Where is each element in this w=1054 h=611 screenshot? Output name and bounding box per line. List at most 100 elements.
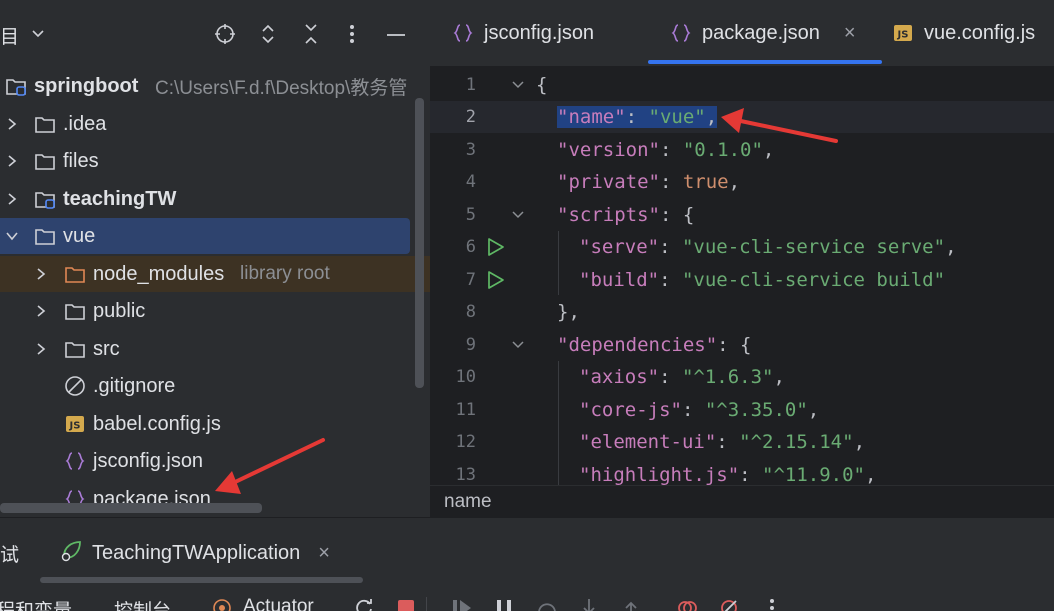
line-number: 2 [465,107,476,127]
line-number: 3 [465,140,476,160]
code-line: 9 "dependencies": { [430,329,1054,361]
collapse-all-icon[interactable] [295,18,327,50]
library-root-label: library root [240,263,330,284]
tab-actuator[interactable]: Actuator [243,596,314,611]
rerun-icon[interactable] [352,596,376,611]
fold-icon[interactable] [510,207,526,223]
json-file-icon [452,22,474,44]
close-tab-icon[interactable]: × [318,542,330,565]
code-line: 8 }, [430,296,1054,328]
project-horizontal-scrollbar[interactable] [0,503,262,513]
view-breakpoints-icon[interactable] [675,596,699,611]
expand-all-icon[interactable] [252,18,284,50]
tree-item-jsconfig[interactable]: jsconfig.json [0,443,430,479]
run-config-tab[interactable]: TeachingTWApplication × [60,538,330,568]
run-script-icon[interactable] [484,269,506,291]
code-text: "serve": "vue-cli-service serve", [579,236,957,258]
breadcrumb-item[interactable]: name [444,491,492,513]
mute-breakpoints-icon[interactable] [717,596,741,611]
module-folder-icon [5,75,27,97]
chevron-right-icon[interactable] [34,342,48,356]
close-tab-icon[interactable]: × [844,22,856,45]
more-options-icon[interactable] [336,18,368,50]
tree-item-gitignore[interactable]: .gitignore [0,368,430,404]
project-panel-title[interactable]: 目 [0,22,19,49]
tree-item-label: node_modules [93,262,225,285]
spring-boot-run-icon [60,538,84,568]
pause-icon[interactable] [492,596,516,611]
code-text: "highlight.js": "^11.9.0", [579,464,877,485]
tree-item-node-modules[interactable]: node_modules library root [0,256,430,292]
chevron-down-icon[interactable] [5,229,19,243]
chevron-right-icon[interactable] [34,304,48,318]
project-vertical-scrollbar[interactable] [415,98,424,388]
folder-icon [34,225,56,247]
run-tool-window: 试 TeachingTWApplication × 程和变量 控制台 Actua… [0,517,1054,611]
tab-console[interactable]: 控制台 [114,596,171,611]
line-number: 6 [465,237,476,257]
code-text: "element-ui": "^2.15.14", [579,431,866,453]
code-text: "build": "vue-cli-service build" [579,269,946,291]
tree-item-vue[interactable]: vue [0,218,410,254]
project-path: C:\Users\F.d.f\Desktop\教务管 [155,77,408,99]
tree-item-label: src [93,337,120,360]
chevron-right-icon[interactable] [5,117,19,131]
tree-item-label: springboot [34,74,139,97]
code-line: 10 "axios": "^1.6.3", [430,361,1054,393]
breadcrumb[interactable]: name [430,485,1054,517]
step-into-icon[interactable] [577,596,601,611]
tab-package-json[interactable]: package.json × [648,0,882,66]
code-line: 4 "private": true, [430,166,1054,198]
folder-icon [34,113,56,135]
divider [415,596,439,611]
json-file-icon [64,450,86,472]
chevron-right-icon[interactable] [5,154,19,168]
js-file-icon: JS [64,413,86,435]
tree-item-label: teachingTW [63,187,177,210]
tree-item-src[interactable]: src [0,331,430,367]
excluded-folder-icon [64,263,86,285]
minimize-icon[interactable] [380,18,412,50]
tree-item-files[interactable]: files [0,143,430,179]
tab-threads-variables[interactable]: 程和变量 [0,596,72,611]
tree-item-label: files [63,149,99,172]
chevron-down-icon[interactable] [30,24,46,47]
tree-item-public[interactable]: public [0,293,430,329]
ignored-file-icon [64,375,86,397]
code-text: "axios": "^1.6.3", [579,366,785,388]
resume-icon[interactable] [450,596,474,611]
more-options-icon[interactable] [760,596,784,611]
line-number: 4 [465,172,476,192]
editor-panel: jsconfig.json package.json × JS vue.conf… [430,0,1054,517]
run-script-icon[interactable] [484,236,506,258]
chevron-right-icon[interactable] [34,267,48,281]
tree-item-teachingtw[interactable]: teachingTW [0,181,430,217]
locate-icon[interactable] [209,18,241,50]
line-number: 7 [465,270,476,290]
step-over-icon[interactable] [535,596,559,611]
fold-icon[interactable] [510,337,526,353]
tab-label: vue.config.js [924,21,1036,44]
run-horizontal-scrollbar[interactable] [40,577,363,583]
fold-icon[interactable] [510,77,526,93]
code-line: 12 "element-ui": "^2.15.14", [430,426,1054,458]
code-text: "version": "0.1.0", [557,139,775,161]
step-out-icon[interactable] [619,596,643,611]
tab-jsconfig-json[interactable]: jsconfig.json [452,0,594,66]
tree-item-springboot[interactable]: springboot C:\Users\F.d.f\Desktop\教务管 [0,68,430,104]
svg-text:JS: JS [897,30,909,41]
js-file-icon: JS [892,22,914,44]
code-line: 3 "version": "0.1.0", [430,134,1054,166]
tree-item-label: jsconfig.json [93,449,204,472]
line-number: 8 [465,302,476,322]
tree-item-label: vue [63,224,96,247]
tree-item-idea[interactable]: .idea [0,106,430,142]
tab-label: jsconfig.json [484,21,595,44]
tree-item-label: .gitignore [93,374,176,397]
tree-item-babel-config[interactable]: JS babel.config.js [0,406,430,442]
tree-item-label: .idea [63,112,107,135]
folder-icon [34,150,56,172]
code-area[interactable]: 1 { 2 "name": "vue", 3 "version": "0.1.0… [430,68,1054,485]
tab-vue-config-js[interactable]: JS vue.config.js [892,0,1035,66]
chevron-right-icon[interactable] [5,192,19,206]
